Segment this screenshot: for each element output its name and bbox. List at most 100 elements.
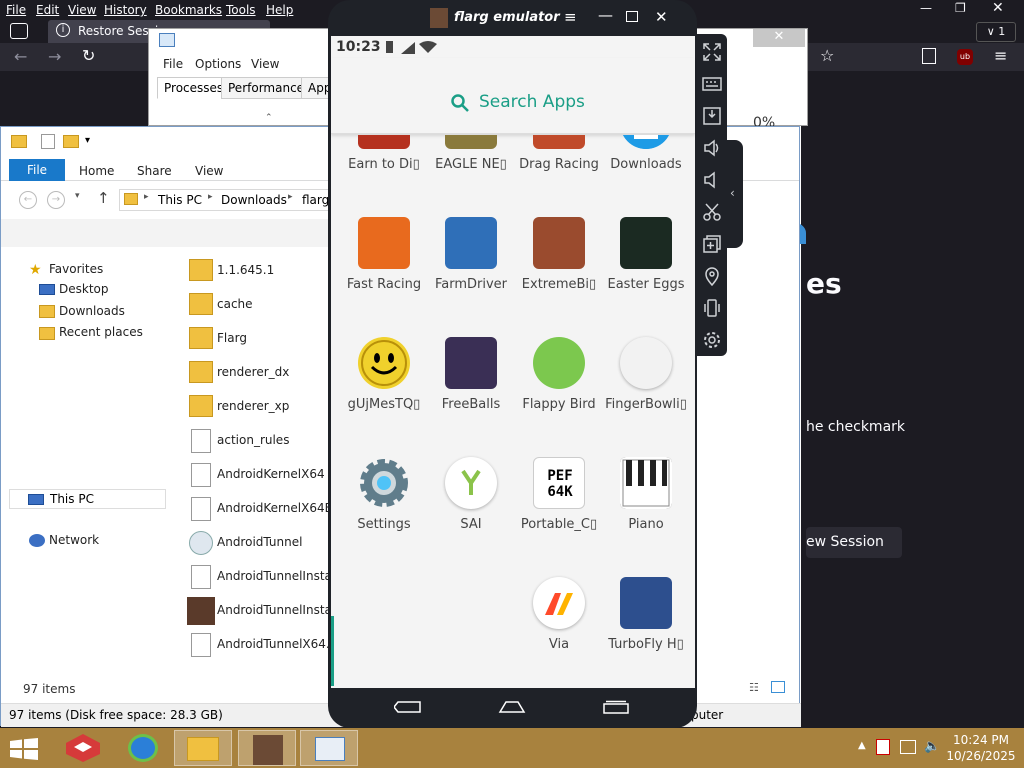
taskbar-file-explorer[interactable] bbox=[174, 730, 232, 766]
app-icon-5[interactable]: FarmDriver bbox=[426, 217, 516, 297]
recent-dropdown-icon[interactable]: ▾ bbox=[75, 191, 80, 201]
settings-gear-icon[interactable] bbox=[702, 330, 722, 350]
app-icon-13[interactable]: SAI bbox=[426, 457, 516, 537]
reload-icon[interactable]: ↻ bbox=[82, 46, 95, 65]
breadcrumb-flarg[interactable]: flarg bbox=[302, 193, 329, 207]
large-icons-view-icon[interactable] bbox=[771, 681, 785, 693]
nav-desktop[interactable]: Desktop bbox=[59, 282, 109, 296]
bookmark-star-icon[interactable]: ☆ bbox=[820, 46, 834, 65]
details-view-icon[interactable]: ☷ bbox=[749, 681, 759, 694]
app-icon-17[interactable]: TurboFly H▯ bbox=[601, 577, 691, 657]
volume-up-icon[interactable] bbox=[702, 138, 722, 158]
hamburger-menu-icon[interactable]: ≡ bbox=[564, 8, 577, 26]
tm-menu-file[interactable]: File bbox=[163, 57, 183, 71]
app-icon-3[interactable]: Downloads bbox=[601, 135, 691, 177]
forward-icon[interactable]: → bbox=[47, 191, 65, 209]
close-icon[interactable]: ✕ bbox=[992, 0, 1004, 16]
forward-icon[interactable]: → bbox=[48, 47, 61, 66]
extensions-icon[interactable] bbox=[922, 48, 936, 64]
menu-bookmarks[interactable]: Bookmarks bbox=[155, 3, 222, 17]
restore-icon[interactable]: ❐ bbox=[955, 1, 966, 15]
app-icon-1[interactable]: EAGLE NE▯ bbox=[426, 135, 516, 177]
app-icon-0[interactable]: Earn to Di▯ bbox=[339, 135, 429, 177]
shake-icon[interactable] bbox=[702, 298, 722, 318]
ribbon-tab-view[interactable]: View bbox=[195, 164, 223, 178]
menu-view[interactable]: View bbox=[68, 3, 96, 17]
system-clock[interactable]: 10:24 PM 10/26/2025 bbox=[946, 732, 1016, 764]
maximize-icon[interactable] bbox=[626, 11, 638, 22]
app-icon-2[interactable]: Drag Racing bbox=[514, 135, 604, 177]
tab-performance[interactable]: Performance bbox=[221, 77, 312, 99]
app-icon-4[interactable]: Fast Racing bbox=[339, 217, 429, 297]
tm-menu-view[interactable]: View bbox=[251, 57, 279, 71]
ribbon-tab-home[interactable]: Home bbox=[79, 164, 114, 178]
recents-nav-icon[interactable] bbox=[602, 700, 630, 714]
windows-start-icon[interactable] bbox=[10, 738, 38, 760]
menu-tools[interactable]: Tools bbox=[226, 3, 256, 17]
app-icon-image bbox=[445, 217, 497, 269]
home-nav-icon[interactable] bbox=[498, 700, 526, 714]
keyboard-icon[interactable] bbox=[702, 74, 722, 94]
taskbar-flarg-emulator[interactable] bbox=[238, 730, 296, 766]
ublock-icon[interactable]: ub bbox=[957, 49, 973, 65]
taskbar-task-manager[interactable] bbox=[300, 730, 358, 766]
nav-favorites[interactable]: Favorites bbox=[49, 262, 103, 276]
tray-expand-icon[interactable]: ▲ bbox=[858, 740, 866, 751]
tab-count-badge[interactable]: ∨ 1 bbox=[976, 22, 1016, 42]
tm-menu-options[interactable]: Options bbox=[195, 57, 241, 71]
ribbon-tab-file[interactable]: File bbox=[9, 159, 65, 181]
volume-muted-icon[interactable]: 🔈 bbox=[924, 739, 940, 754]
settings-file-icon bbox=[191, 429, 211, 453]
close-icon[interactable]: ✕ bbox=[655, 8, 668, 26]
toolbar-collapse-handle[interactable]: ‹ bbox=[727, 140, 743, 248]
nav-this-pc-row[interactable]: This PC bbox=[9, 489, 166, 509]
app-icon-10[interactable]: Flappy Bird bbox=[514, 337, 604, 417]
screenshot-cut-icon[interactable] bbox=[702, 202, 722, 222]
minimize-icon[interactable]: — bbox=[920, 1, 932, 15]
hamburger-menu-icon[interactable]: ≡ bbox=[994, 46, 1007, 65]
volume-down-icon[interactable] bbox=[702, 170, 722, 190]
app-icon-14[interactable]: PEF 64K Portable_C▯ bbox=[514, 457, 604, 537]
collapse-caret-icon[interactable]: ⌃ bbox=[265, 113, 273, 123]
menu-help[interactable]: Help bbox=[266, 3, 293, 17]
tab-overview-icon[interactable] bbox=[10, 23, 28, 39]
network-tray-icon[interactable] bbox=[900, 740, 916, 754]
breadcrumb-this-pc[interactable]: This PC bbox=[158, 193, 202, 207]
taskbar-app-1[interactable] bbox=[54, 730, 112, 766]
back-nav-icon[interactable] bbox=[394, 700, 422, 714]
app-icon-15[interactable]: Piano bbox=[601, 457, 691, 537]
location-icon[interactable] bbox=[702, 266, 722, 286]
app-icon-12[interactable]: Settings bbox=[339, 457, 429, 537]
app-icon-11[interactable]: FingerBowli▯ bbox=[601, 337, 691, 417]
restore-session-button[interactable]: ew Session bbox=[806, 527, 902, 558]
fullscreen-icon[interactable] bbox=[702, 42, 722, 62]
app-icon-16[interactable]: Via bbox=[514, 577, 604, 657]
properties-icon[interactable] bbox=[41, 134, 55, 149]
install-apk-icon[interactable] bbox=[702, 106, 722, 126]
breadcrumb-downloads[interactable]: Downloads bbox=[221, 193, 287, 207]
menu-file[interactable]: File bbox=[6, 3, 26, 17]
app-icon-9[interactable]: FreeBalls bbox=[426, 337, 516, 417]
back-icon[interactable]: ← bbox=[14, 47, 27, 66]
nav-recent-places[interactable]: Recent places bbox=[59, 325, 143, 339]
taskbar-ie[interactable] bbox=[114, 730, 172, 766]
action-center-icon[interactable] bbox=[876, 739, 890, 755]
nav-downloads[interactable]: Downloads bbox=[59, 304, 125, 318]
tab-processes[interactable]: Processes bbox=[157, 77, 231, 99]
address-input[interactable]: ▸ This PC ▸ Downloads ▸ flarg bbox=[119, 189, 329, 211]
multi-instance-icon[interactable] bbox=[702, 234, 722, 254]
qat-dropdown-icon[interactable]: ▾ bbox=[85, 135, 90, 146]
ribbon-tab-share[interactable]: Share bbox=[137, 164, 172, 178]
tm-close-icon[interactable]: ✕ bbox=[753, 29, 805, 47]
menu-history[interactable]: History bbox=[104, 3, 147, 17]
up-arrow-icon[interactable]: ↑ bbox=[97, 189, 110, 207]
app-icon-8[interactable]: gUjMesTQ▯ bbox=[339, 337, 429, 417]
app-icon-image bbox=[533, 135, 585, 149]
app-icon-6[interactable]: ExtremeBi▯ bbox=[514, 217, 604, 297]
menu-edit[interactable]: Edit bbox=[36, 3, 59, 17]
new-folder-icon[interactable] bbox=[63, 135, 79, 148]
app-icon-7[interactable]: Easter Eggs bbox=[601, 217, 691, 297]
minimize-icon[interactable]: — bbox=[598, 6, 613, 24]
nav-network[interactable]: Network bbox=[49, 533, 99, 547]
back-icon[interactable]: ← bbox=[19, 191, 37, 209]
